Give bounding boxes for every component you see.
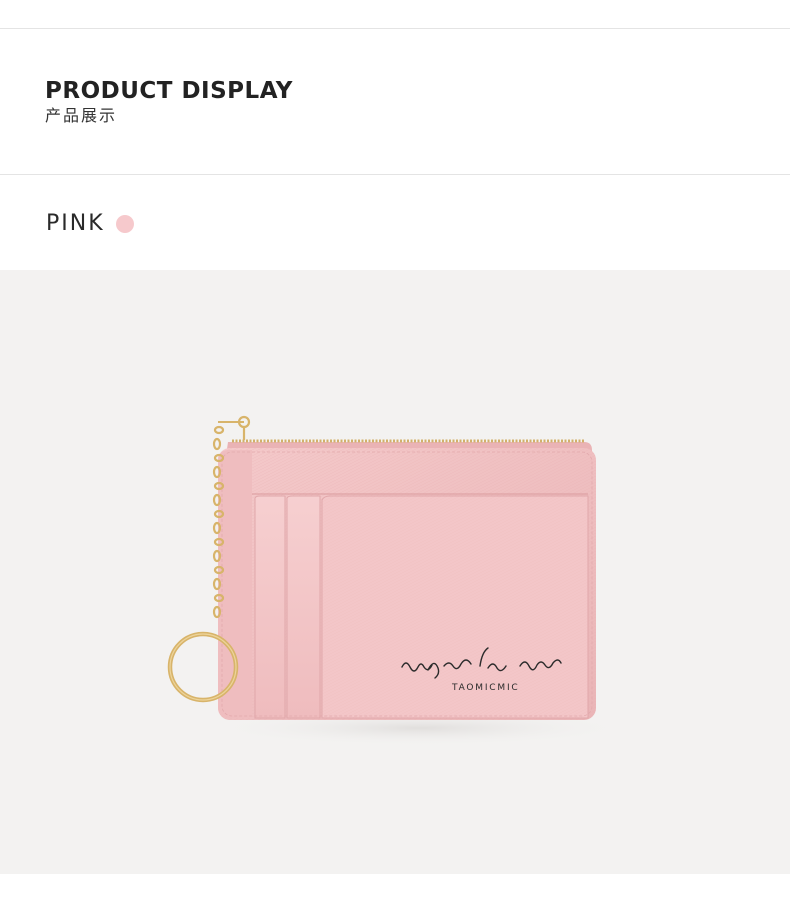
- top-divider: [0, 28, 790, 29]
- product-photo: TAOMICMIC: [0, 270, 790, 874]
- color-swatch: [116, 215, 134, 233]
- page-subtitle: 产品展示: [45, 106, 118, 125]
- brand-text: TAOMICMIC: [451, 683, 520, 693]
- page-title: PRODUCT DISPLAY: [45, 78, 293, 104]
- section-divider: [0, 174, 790, 175]
- wallet-illustration: TAOMICMIC: [167, 415, 630, 746]
- card-slot-2: [286, 495, 321, 719]
- color-option-label: PINK: [46, 211, 105, 236]
- card-slot-1: [254, 495, 286, 719]
